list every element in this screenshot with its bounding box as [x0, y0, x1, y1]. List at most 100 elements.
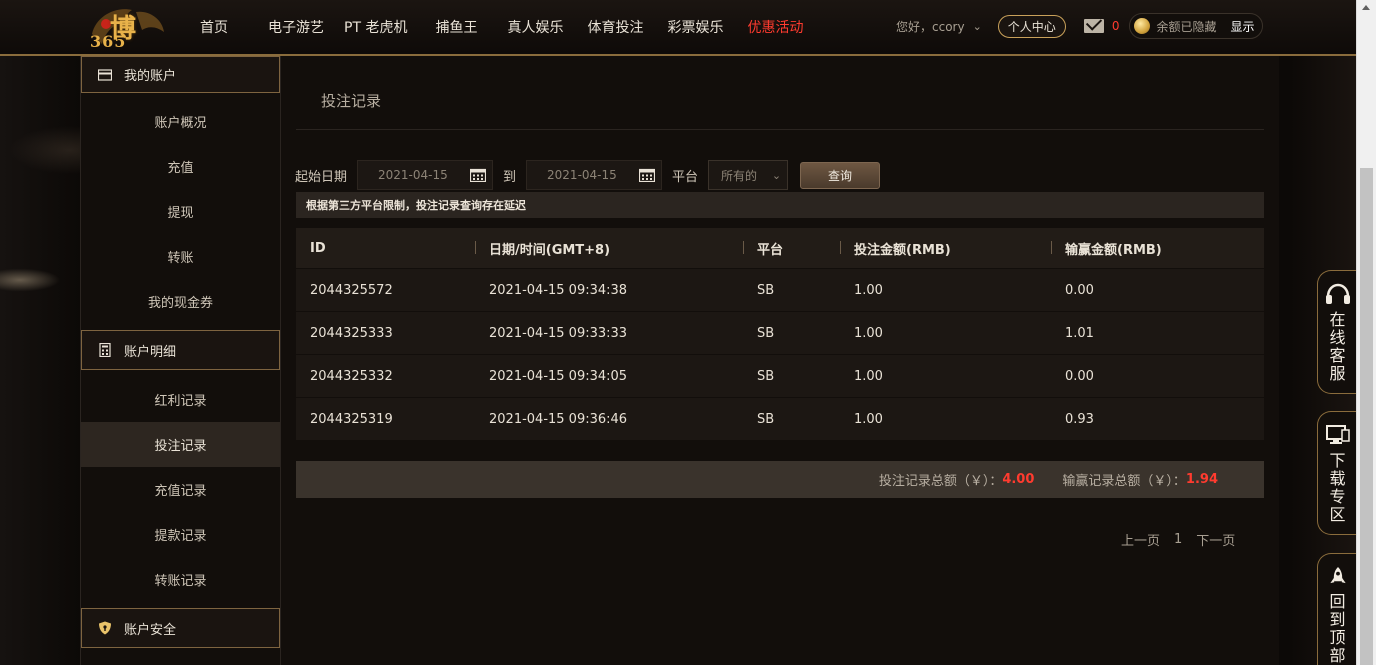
top-header: 博 365 首页 电子游艺 PT 老虎机 捕鱼王 真人娱乐 体育投注 彩票娱乐 … — [0, 0, 1356, 56]
cell-win-amount: 0.93 — [1065, 411, 1094, 427]
sidebar-item-withdraw[interactable]: 提现 — [81, 189, 280, 234]
chevron-down-icon[interactable]: ⌄ — [973, 20, 982, 33]
cell-id: 2044325572 — [310, 282, 393, 298]
mail-count-badge: 0 — [1111, 19, 1120, 33]
cell-bet-amount: 1.00 — [854, 411, 883, 427]
sidebar-section-label: 账户明细 — [124, 344, 177, 360]
cell-datetime: 2021-04-15 09:33:33 — [489, 325, 628, 341]
cell-win-amount: 0.00 — [1065, 368, 1094, 384]
cell-bet-amount: 1.00 — [854, 325, 883, 341]
nav-sports[interactable]: 体育投注 — [587, 17, 643, 37]
cell-platform: SB — [757, 325, 775, 341]
column-header-datetime: 日期/时间(GMT+8) — [475, 239, 743, 258]
user-greeting[interactable]: 您好，ccory — [896, 18, 965, 35]
pagination: 上一页 1 下一页 — [1121, 530, 1249, 549]
sidebar-item-bonus-records[interactable]: 红利记录 — [81, 377, 280, 422]
totals-summary: 投注记录总额（￥）： 4.00 输赢记录总额（￥）： 1.94 — [296, 461, 1264, 498]
personal-center-button[interactable]: 个人中心 — [997, 14, 1066, 38]
table-row: 2044325572 2021-04-15 09:34:38 SB 1.00 0… — [296, 269, 1264, 312]
cell-datetime: 2021-04-15 09:34:05 — [489, 368, 628, 384]
bet-records-table: ID 日期/时间(GMT+8) 平台 投注金额(RMB) 输赢金额(RMB) 2… — [296, 228, 1264, 441]
cell-id: 2044325333 — [310, 325, 393, 341]
sidebar-section-my-account[interactable]: 我的账户 — [81, 56, 280, 93]
cell-datetime: 2021-04-15 09:36:46 — [489, 411, 628, 427]
start-date-label: 起始日期 — [295, 169, 348, 185]
nav-fishing[interactable]: 捕鱼王 — [435, 17, 477, 37]
nav-home[interactable]: 首页 — [200, 17, 228, 37]
bet-total-label: 投注记录总额（￥）： — [878, 474, 1003, 489]
column-header-id: ID — [310, 240, 326, 256]
calculator-icon — [99, 343, 111, 357]
sidebar-item-transfer-records[interactable]: 转账记录 — [81, 557, 280, 602]
nav-promotions[interactable]: 优惠活动 — [747, 17, 803, 37]
show-balance-button[interactable]: 显示 — [1230, 18, 1254, 35]
current-page[interactable]: 1 — [1174, 532, 1182, 547]
scroll-up-arrow-icon[interactable] — [1362, 5, 1370, 10]
cell-id: 2044325332 — [310, 368, 393, 384]
next-page-button[interactable]: 下一页 — [1196, 530, 1235, 549]
table-row: 2044325333 2021-04-15 09:33:33 SB 1.00 1… — [296, 312, 1264, 355]
sidebar-item-bet-records[interactable]: 投注记录 — [81, 422, 280, 467]
table-row: 2044325319 2021-04-15 09:36:46 SB 1.00 0… — [296, 398, 1264, 441]
table-header: ID 日期/时间(GMT+8) 平台 投注金额(RMB) 输赢金额(RMB) — [296, 228, 1264, 269]
calendar-icon[interactable] — [639, 168, 656, 182]
start-date-input[interactable]: 2021-04-15 — [357, 160, 494, 190]
end-date-input[interactable]: 2021-04-15 — [526, 160, 663, 190]
query-button[interactable]: 查询 — [800, 161, 881, 189]
platform-label: 平台 — [672, 169, 699, 185]
title-divider — [296, 129, 1264, 130]
rocket-icon — [1329, 566, 1346, 584]
cell-bet-amount: 1.00 — [854, 368, 883, 384]
balance-box: 余额已隐藏 显示 — [1129, 13, 1264, 39]
back-to-top-tab[interactable]: 回到顶部 — [1317, 553, 1357, 665]
main-content: 投注记录 起始日期 2021-04-15 到 2021-04-15 平台 所有的… — [281, 56, 1279, 665]
nav-live-casino[interactable]: 真人娱乐 — [507, 17, 563, 37]
sidebar-item-withdraw-records[interactable]: 提款记录 — [81, 512, 280, 557]
online-service-tab[interactable]: 在线客服 — [1317, 270, 1357, 394]
delay-notice: 根据第三方平台限制，投注记录查询存在延迟 — [296, 192, 1264, 218]
sidebar-item-coupons[interactable]: 我的现金券 — [81, 279, 280, 324]
sidebar-section-label: 账户安全 — [124, 622, 177, 638]
nav-lottery[interactable]: 彩票娱乐 — [667, 17, 723, 37]
cell-id: 2044325319 — [310, 411, 393, 427]
sidebar-item-deposit-records[interactable]: 充值记录 — [81, 467, 280, 512]
user-area: 您好，ccory ⌄ 个人中心 0 余额已隐藏 显示 — [896, 12, 1264, 40]
end-date-value: 2021-04-15 — [547, 168, 617, 182]
platform-select[interactable]: 所有的 ⌄ — [708, 160, 789, 190]
start-date-value: 2021-04-15 — [378, 168, 448, 182]
nav-pt-slots[interactable]: PT 老虎机 — [344, 17, 407, 37]
main-nav: 首页 电子游艺 PT 老虎机 捕鱼王 真人娱乐 体育投注 彩票娱乐 优惠活动 — [200, 0, 827, 54]
coin-icon — [1134, 18, 1151, 34]
page-title: 投注记录 — [321, 92, 382, 110]
balance-hidden-text: 余额已隐藏 — [1156, 19, 1217, 34]
headset-icon — [1325, 283, 1350, 304]
shield-icon — [99, 621, 111, 635]
monitor-icon — [1325, 425, 1350, 444]
column-header-win-amount: 输赢金额(RMB) — [1051, 239, 1264, 258]
column-header-platform: 平台 — [743, 239, 840, 258]
sidebar-item-overview[interactable]: 账户概况 — [81, 99, 280, 144]
sidebar-section-account-details[interactable]: 账户明细 — [81, 330, 280, 370]
nav-egames[interactable]: 电子游艺 — [268, 17, 324, 37]
prev-page-button[interactable]: 上一页 — [1121, 530, 1160, 549]
cell-win-amount: 1.01 — [1065, 325, 1094, 341]
win-total-value: 1.94 — [1185, 472, 1218, 487]
scroll-thumb[interactable] — [1360, 168, 1373, 665]
page-scrollbar[interactable] — [1356, 0, 1376, 665]
download-tab[interactable]: 下载专区 — [1317, 411, 1357, 535]
platform-selected-value: 所有的 — [721, 168, 758, 183]
download-label: 下载专区 — [1329, 451, 1346, 524]
sidebar-item-deposit[interactable]: 充值 — [81, 144, 280, 189]
sidebar-section-account-security[interactable]: 账户安全 — [81, 608, 280, 648]
mail-icon[interactable] — [1083, 19, 1104, 33]
calendar-icon[interactable] — [470, 168, 487, 182]
cell-bet-amount: 1.00 — [854, 282, 883, 298]
chevron-down-icon: ⌄ — [771, 168, 782, 182]
back-to-top-label: 回到顶部 — [1329, 592, 1346, 665]
cell-win-amount: 0.00 — [1065, 282, 1094, 298]
sidebar-item-transfer[interactable]: 转账 — [81, 234, 280, 279]
cell-platform: SB — [757, 368, 775, 384]
table-row: 2044325332 2021-04-15 09:34:05 SB 1.00 0… — [296, 355, 1264, 398]
online-service-label: 在线客服 — [1329, 310, 1346, 383]
bet-total-value: 4.00 — [1002, 472, 1035, 487]
